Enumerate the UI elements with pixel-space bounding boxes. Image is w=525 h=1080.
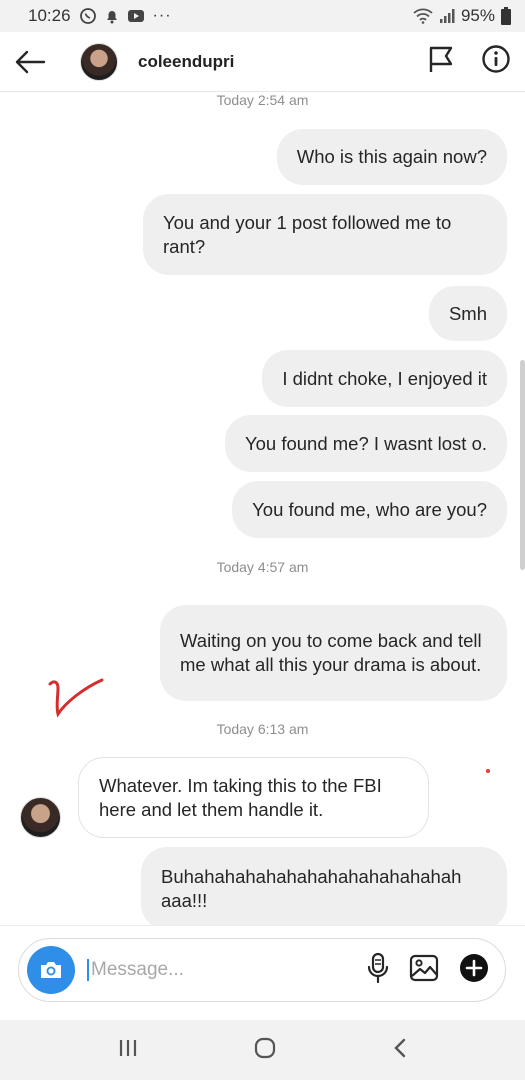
signal-icon xyxy=(439,8,455,24)
outgoing-message[interactable]: I didnt choke, I enjoyed it xyxy=(262,350,507,407)
plus-circle-icon xyxy=(460,953,488,982)
wifi-icon xyxy=(413,8,433,24)
status-bar: 10:26 ··· 95% xyxy=(0,0,525,32)
system-navigation-bar xyxy=(0,1020,525,1080)
red-dot-mark xyxy=(486,769,490,773)
outgoing-message[interactable]: Waiting on you to come back and tell me … xyxy=(160,605,507,701)
gallery-button[interactable] xyxy=(409,954,439,987)
message-text: You and your 1 post followed me to rant? xyxy=(163,211,452,257)
message-thread[interactable]: Today 2:54 am Who is this again now? You… xyxy=(0,92,525,925)
arrow-left-icon xyxy=(15,50,46,73)
chat-username[interactable]: coleendupri xyxy=(138,52,234,72)
youtube-icon xyxy=(127,9,145,23)
flag-icon xyxy=(429,46,453,72)
timestamp: Today 2:54 am xyxy=(216,92,309,108)
chat-header: coleendupri xyxy=(0,32,525,92)
message-text: Smh xyxy=(448,302,487,324)
message-text: Whatever. Im taking this to the FBI here… xyxy=(99,774,382,820)
outgoing-message[interactable]: You and your 1 post followed me to rant? xyxy=(143,194,507,275)
avatar[interactable] xyxy=(80,42,118,81)
home-button[interactable] xyxy=(253,1036,277,1065)
voice-message-button[interactable] xyxy=(367,952,389,989)
handwritten-annotation-mark xyxy=(48,678,104,718)
info-button[interactable] xyxy=(481,44,511,79)
whatsapp-icon xyxy=(79,7,97,25)
message-input[interactable] xyxy=(87,959,337,981)
flag-button[interactable] xyxy=(427,44,455,79)
outgoing-message[interactable]: Who is this again now? xyxy=(276,129,507,185)
outgoing-message[interactable]: Smh xyxy=(428,286,507,341)
battery-icon xyxy=(501,7,511,25)
timestamp: Today 6:13 am xyxy=(216,721,309,737)
home-icon xyxy=(255,1037,276,1058)
message-text: Waiting on you to come back and tell me … xyxy=(180,630,482,675)
scrollbar[interactable] xyxy=(520,360,525,570)
outgoing-message[interactable]: You found me, who are you? xyxy=(232,481,507,538)
battery-percent: 95% xyxy=(460,6,495,25)
message-text: Buhahahahahahahahahahahahahah aaa!!! xyxy=(161,865,462,911)
status-time: 10:26 xyxy=(28,6,71,25)
sender-avatar[interactable] xyxy=(20,797,61,838)
timestamp: Today 4:57 am xyxy=(216,559,309,575)
status-overflow-icon: ··· xyxy=(152,7,172,24)
notification-bell-icon xyxy=(105,8,119,24)
message-text: You found me, who are you? xyxy=(252,498,487,520)
recent-apps-button[interactable] xyxy=(117,1038,139,1063)
message-text: I didnt choke, I enjoyed it xyxy=(282,367,487,389)
outgoing-message[interactable]: Buhahahahahahahahahahahahahah aaa!!! xyxy=(141,847,507,925)
composer-bar xyxy=(0,925,525,1020)
back-button[interactable] xyxy=(0,32,60,92)
image-icon xyxy=(409,954,439,981)
microphone-icon xyxy=(367,952,389,983)
outgoing-message[interactable]: You found me? I wasnt lost o. xyxy=(224,415,507,472)
system-back-button[interactable] xyxy=(392,1037,408,1064)
chevron-left-icon xyxy=(394,1038,406,1057)
recent-apps-icon xyxy=(120,1039,137,1056)
info-icon xyxy=(482,45,510,73)
camera-button[interactable] xyxy=(27,946,75,994)
message-composer xyxy=(18,938,506,1002)
message-text: You found me? I wasnt lost o. xyxy=(244,432,487,454)
message-text: Who is this again now? xyxy=(296,146,487,167)
incoming-message[interactable]: Whatever. Im taking this to the FBI here… xyxy=(78,757,429,838)
camera-icon xyxy=(41,962,61,978)
add-button[interactable] xyxy=(459,953,489,988)
